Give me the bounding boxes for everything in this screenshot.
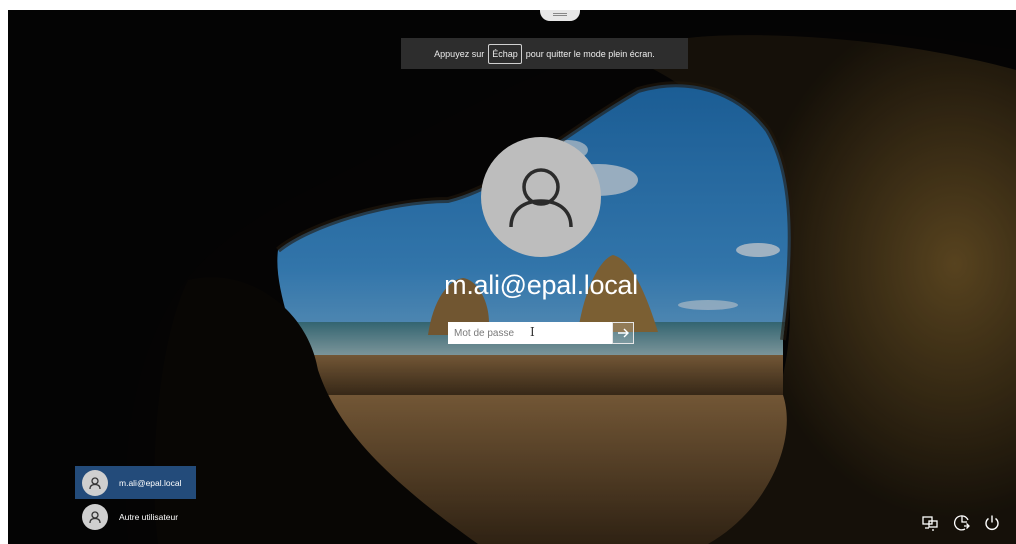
ease-of-access-icon[interactable] xyxy=(952,513,972,533)
user-icon xyxy=(82,503,108,530)
password-box: I xyxy=(448,322,634,344)
lock-screen: Appuyez sur Échap pour quitter le mode p… xyxy=(8,10,1016,544)
arrow-right-icon xyxy=(618,328,629,338)
text-cursor-icon: I xyxy=(530,325,535,339)
login-username: m.ali@epal.local xyxy=(444,270,638,300)
user-list-item-other-user[interactable]: Autre utilisateur xyxy=(75,500,196,533)
network-icon[interactable] xyxy=(920,513,940,533)
user-list-item-m-ali[interactable]: m.ali@epal.local xyxy=(75,466,196,499)
escape-key-label: Échap xyxy=(488,43,522,64)
fullscreen-notice-prefix: Appuyez sur xyxy=(434,48,485,59)
user-list-item-label: m.ali@epal.local xyxy=(119,477,182,488)
fullscreen-notice-suffix: pour quitter le mode plein écran. xyxy=(525,48,655,59)
user-avatar xyxy=(481,137,601,257)
user-icon xyxy=(509,168,573,228)
user-icon xyxy=(82,469,108,496)
submit-button[interactable] xyxy=(612,322,634,344)
user-list-item-label: Autre utilisateur xyxy=(119,511,179,522)
fullscreen-pull-tab[interactable] xyxy=(540,10,580,21)
power-icon[interactable] xyxy=(982,513,1002,533)
fullscreen-notice: Appuyez sur Échap pour quitter le mode p… xyxy=(401,38,688,69)
